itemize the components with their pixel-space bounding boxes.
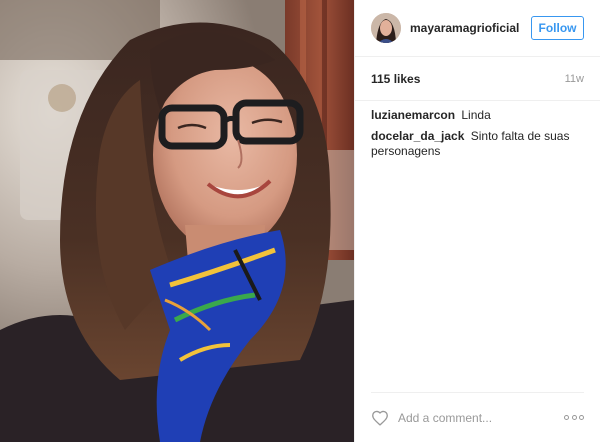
comments-list: luzianemarcon Linda docelar_da_jack Sint… [355, 101, 600, 392]
add-comment-input[interactable] [398, 410, 564, 425]
comment-text: Linda [461, 108, 491, 122]
heart-outline-icon[interactable] [371, 410, 389, 426]
comment-author[interactable]: luzianemarcon [371, 108, 455, 122]
comment: docelar_da_jack Sinto falta de suas pers… [371, 129, 584, 159]
more-options-icon[interactable] [564, 415, 584, 421]
instagram-post: mayaramagrioficial Follow 115 likes 11w … [0, 0, 600, 442]
post-header: mayaramagrioficial Follow [355, 0, 600, 57]
post-username[interactable]: mayaramagrioficial [410, 21, 531, 35]
avatar[interactable] [371, 13, 401, 43]
comment: luzianemarcon Linda [371, 108, 584, 123]
post-stats: 115 likes 11w [355, 57, 600, 101]
avatar-image [371, 13, 401, 43]
follow-button[interactable]: Follow [531, 16, 584, 40]
comment-author[interactable]: docelar_da_jack [371, 129, 464, 143]
post-sidebar: mayaramagrioficial Follow 115 likes 11w … [354, 0, 600, 442]
add-comment-bar [371, 392, 584, 442]
portrait-photo [0, 0, 354, 442]
post-photo[interactable] [0, 0, 354, 442]
likes-count[interactable]: 115 likes [371, 72, 420, 86]
post-timestamp[interactable]: 11w [565, 73, 584, 85]
